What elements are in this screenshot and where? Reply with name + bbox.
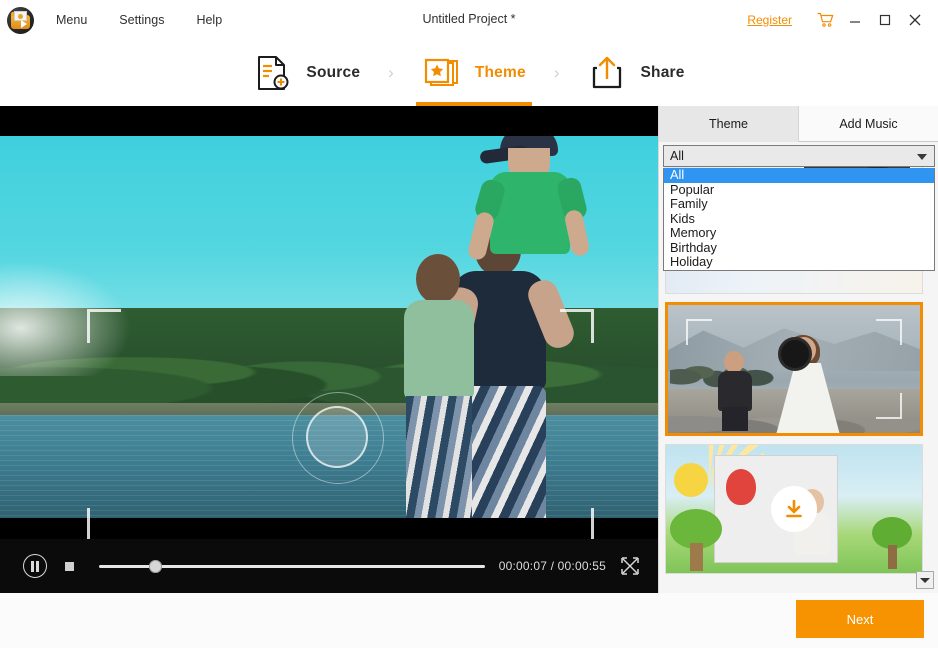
dropdown-option-popular[interactable]: Popular	[664, 182, 934, 198]
step-source[interactable]: Source	[247, 40, 366, 106]
theme-panel: Theme Add Music All All Popular Family K…	[658, 106, 938, 593]
menu-button-help[interactable]: Help	[186, 9, 232, 31]
download-icon[interactable]	[771, 486, 817, 532]
stop-icon[interactable]	[65, 561, 74, 571]
preview-person-child	[466, 136, 591, 262]
step-separator-2: ›	[553, 63, 560, 82]
register-link[interactable]: Register	[747, 13, 792, 27]
dropdown-option-all[interactable]: All	[664, 167, 934, 183]
preview-corner-top-left	[87, 309, 121, 343]
chevron-down-icon	[917, 154, 927, 160]
title-bar: Menu Settings Help Untitled Project * Re…	[0, 0, 938, 40]
preview-corner-top-right	[560, 309, 594, 343]
seek-slider[interactable]	[99, 559, 485, 573]
preview-corner-bottom-right	[560, 508, 594, 542]
dropdown-option-kids[interactable]: Kids	[664, 211, 934, 227]
preview-person-second	[396, 254, 486, 518]
theme-thumbnail-2-wedding[interactable]	[665, 302, 923, 436]
fullscreen-icon[interactable]	[620, 556, 640, 576]
step-navigation: Source › Theme › Share	[0, 40, 938, 106]
document-add-icon	[253, 53, 293, 93]
video-preview[interactable]: 00:00:07 / 00:00:55	[0, 106, 658, 593]
scroll-down-arrow-icon[interactable]	[916, 571, 934, 589]
timecode-label: 00:00:07 / 00:00:55	[498, 559, 606, 573]
player-controls: 00:00:07 / 00:00:55	[0, 539, 658, 593]
application-window: Menu Settings Help Untitled Project * Re…	[0, 0, 938, 648]
dropdown-option-family[interactable]: Family	[664, 196, 934, 212]
step-share[interactable]: Share	[581, 40, 690, 106]
dropdown-option-birthday[interactable]: Birthday	[664, 240, 934, 256]
theme-stack-star-icon	[422, 53, 462, 93]
step-theme[interactable]: Theme	[415, 40, 532, 106]
maximize-icon[interactable]	[870, 5, 900, 35]
menu-button-menu[interactable]: Menu	[46, 9, 97, 31]
share-upload-icon	[587, 53, 627, 93]
window-controls: Register	[747, 0, 930, 40]
close-icon[interactable]	[900, 5, 930, 35]
app-logo-icon	[7, 6, 34, 34]
seek-thumb[interactable]	[149, 560, 163, 573]
theme-category-value: All	[670, 149, 684, 163]
next-button[interactable]: Next	[796, 600, 924, 638]
step-separator-1: ›	[388, 63, 394, 82]
theme-category-dropdown[interactable]: All Popular Family Kids Memory Birthday …	[663, 167, 935, 271]
theme-category-select[interactable]: All	[663, 145, 935, 167]
menu-button-settings[interactable]: Settings	[109, 9, 174, 31]
dropdown-option-memory[interactable]: Memory	[664, 225, 934, 241]
shopping-cart-icon[interactable]	[810, 5, 840, 35]
theme-thumbnail-3-kids[interactable]	[665, 444, 923, 574]
step-label-share: Share	[640, 64, 685, 81]
preview-corner-bottom-left	[87, 508, 121, 542]
camera-lens-overlay	[292, 392, 384, 484]
step-label-source: Source	[306, 64, 361, 81]
step-label-theme: Theme	[474, 64, 526, 81]
dropdown-option-holiday[interactable]: Holiday	[664, 254, 934, 270]
footer-bar: Next	[0, 593, 938, 648]
minimize-icon[interactable]	[840, 5, 870, 35]
pause-icon[interactable]	[23, 554, 47, 578]
